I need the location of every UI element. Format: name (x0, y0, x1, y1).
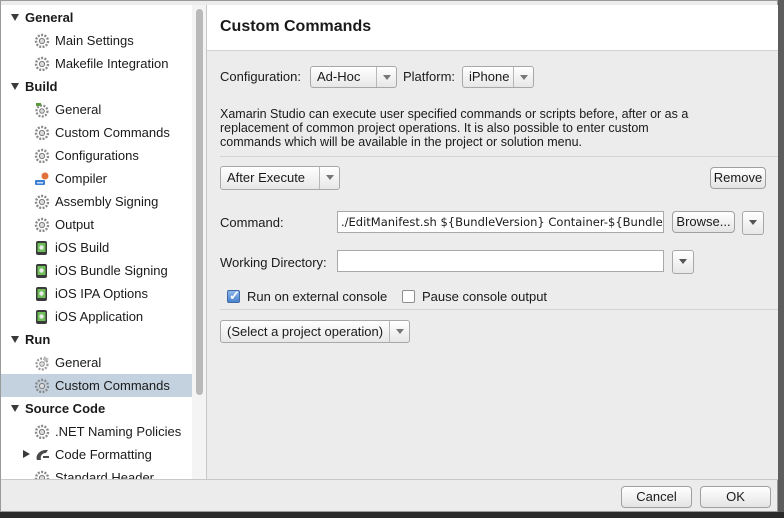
sidebar-item-ios-ipa-options[interactable]: iOS IPA Options (1, 282, 192, 305)
event-value: After Execute (227, 170, 306, 185)
ios-device-icon (36, 241, 47, 255)
build-gear-icon (35, 103, 49, 118)
configuration-combo[interactable]: Ad-Hoc (310, 66, 397, 88)
code-format-icon (36, 450, 49, 460)
footer-divider (1, 479, 779, 480)
chevron-down-icon (513, 67, 533, 87)
sidebar-item-run-custom-commands[interactable]: Custom Commands (1, 374, 192, 397)
sidebar-scrollbar-thumb[interactable] (196, 9, 203, 395)
expand-triangle-icon[interactable] (11, 336, 19, 343)
sidebar-item-makefile-integration[interactable]: Makefile Integration (1, 52, 192, 75)
expand-triangle-icon[interactable] (23, 450, 30, 458)
gear-icon (34, 378, 50, 394)
sidebar-item-standard-header[interactable]: Standard Header (1, 466, 192, 479)
run-external-label[interactable]: Run on external console (247, 289, 387, 304)
project-options-dialog: General Main Settings Makefile Integrati… (0, 0, 780, 512)
divider (220, 156, 780, 157)
sidebar-item-ios-bundle-signing[interactable]: iOS Bundle Signing (1, 259, 192, 282)
category-source-code[interactable]: Source Code (1, 397, 192, 420)
sidebar-item-naming-policies[interactable]: .NET Naming Policies (1, 420, 192, 443)
ok-button[interactable]: OK (700, 486, 771, 508)
working-directory-macros-button[interactable] (672, 250, 694, 274)
description-text: Xamarin Studio can execute user specifie… (220, 107, 689, 149)
category-build[interactable]: Build (1, 75, 192, 98)
chevron-down-icon (319, 167, 339, 189)
chevron-down-icon (389, 321, 409, 342)
run-external-checkbox[interactable] (227, 288, 240, 304)
sidebar-item-compiler[interactable]: Compiler (1, 167, 192, 190)
sidebar-item-code-formatting[interactable]: Code Formatting (1, 443, 192, 466)
pause-output-label[interactable]: Pause console output (422, 289, 547, 304)
sidebar-item-main-settings[interactable]: Main Settings (1, 29, 192, 52)
sidebar-item-ios-build[interactable]: iOS Build (1, 236, 192, 259)
working-directory-input[interactable] (337, 250, 664, 272)
configuration-label: Configuration: (220, 69, 301, 84)
ios-device-icon (36, 264, 47, 278)
options-sidebar: General Main Settings Makefile Integrati… (1, 5, 193, 479)
gear-icon (34, 148, 50, 164)
ios-device-icon (36, 310, 47, 324)
remove-button[interactable]: Remove (710, 167, 766, 189)
command-label: Command: (220, 215, 284, 230)
command-input[interactable]: ./EditManifest.sh ${BundleVersion} Conta… (337, 211, 664, 233)
event-combo[interactable]: After Execute (220, 166, 340, 190)
platform-label: Platform: (403, 69, 456, 84)
expand-triangle-icon[interactable] (11, 14, 19, 21)
compiler-icon (35, 172, 49, 185)
custom-commands-panel: Custom Commands Configuration: Ad-Hoc Pl… (207, 5, 780, 479)
command-macros-button[interactable] (742, 211, 764, 235)
sidebar-item-ios-application[interactable]: iOS Application (1, 305, 192, 328)
expand-triangle-icon[interactable] (11, 405, 19, 412)
cancel-button[interactable]: Cancel (621, 486, 692, 508)
gear-icon (34, 470, 50, 479)
ios-device-icon (36, 287, 47, 301)
background-window-edge (778, 0, 784, 512)
add-operation-combo[interactable]: (Select a project operation) (220, 320, 410, 343)
platform-value: iPhone (469, 69, 510, 84)
gear-icon (34, 56, 50, 72)
page-title: Custom Commands (220, 18, 372, 35)
working-directory-label: Working Directory: (220, 255, 327, 270)
add-operation-value: (Select a project operation) (227, 324, 384, 339)
sidebar-item-build-custom-commands[interactable]: Custom Commands (1, 121, 192, 144)
sidebar-item-output[interactable]: Output (1, 213, 192, 236)
chevron-down-icon (376, 67, 396, 87)
gear-icon (34, 424, 50, 440)
expand-triangle-icon[interactable] (11, 83, 19, 90)
configuration-value: Ad-Hoc (317, 69, 361, 84)
platform-combo[interactable]: iPhone (462, 66, 534, 88)
sidebar-item-assembly-signing[interactable]: Assembly Signing (1, 190, 192, 213)
divider (220, 309, 780, 310)
background-window-strip (0, 512, 784, 518)
sidebar-item-run-general[interactable]: General (1, 351, 192, 374)
sidebar-item-configurations[interactable]: Configurations (1, 144, 192, 167)
gear-icon (34, 194, 50, 210)
gear-icon (34, 33, 50, 49)
sidebar-item-build-general[interactable]: General (1, 98, 192, 121)
gear-icon (34, 217, 50, 233)
run-gear-icon (35, 356, 49, 371)
browse-button[interactable]: Browse... (672, 211, 735, 233)
pause-output-checkbox[interactable] (402, 290, 415, 303)
category-run[interactable]: Run (1, 328, 192, 351)
gear-icon (34, 125, 50, 141)
category-general[interactable]: General (1, 6, 192, 29)
sidebar-scrollbar[interactable] (192, 5, 207, 479)
panel-header: Custom Commands (207, 5, 779, 51)
